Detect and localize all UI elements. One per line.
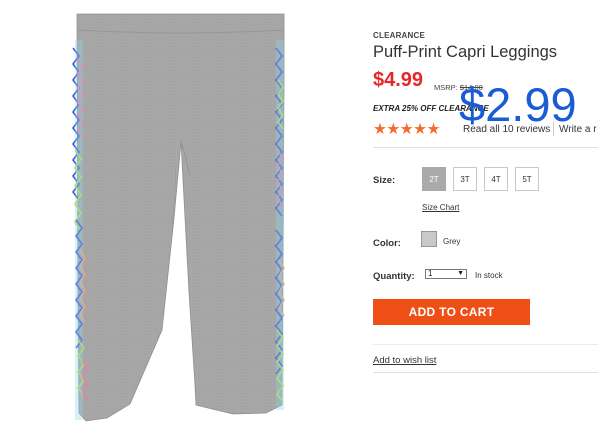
- quantity-value: 1: [428, 269, 433, 278]
- divider: [373, 372, 598, 373]
- color-swatch-grey[interactable]: [421, 231, 437, 247]
- product-image: [72, 13, 285, 422]
- size-option-3t[interactable]: 3T: [453, 167, 477, 191]
- overlay-price: $2.99: [459, 78, 577, 131]
- size-label: Size:: [373, 175, 396, 186]
- add-to-wish-list-link[interactable]: Add to wish list: [373, 355, 436, 366]
- divider: [373, 147, 598, 148]
- rating-stars-icon: ★★★★★: [373, 121, 440, 138]
- color-name: Grey: [443, 237, 461, 246]
- size-options: 2T 3T 4T 5T: [422, 167, 539, 191]
- quantity-label: Quantity:: [373, 271, 415, 282]
- stock-status: In stock: [475, 271, 503, 280]
- size-option-5t[interactable]: 5T: [515, 167, 539, 191]
- chevron-down-icon: ▼: [457, 270, 464, 277]
- color-label: Color:: [373, 238, 401, 249]
- size-chart-link[interactable]: Size Chart: [422, 203, 459, 212]
- add-to-cart-button[interactable]: ADD TO CART: [373, 299, 530, 325]
- msrp-label: MSRP:: [434, 83, 460, 92]
- sale-price: $4.99: [373, 69, 424, 91]
- size-option-2t[interactable]: 2T: [422, 167, 446, 191]
- product-details: CLEARANCE Puff-Print Capri Leggings $4.9…: [373, 0, 598, 441]
- clearance-label: CLEARANCE: [373, 31, 426, 40]
- size-option-4t[interactable]: 4T: [484, 167, 508, 191]
- quantity-select[interactable]: 1 ▼: [425, 269, 467, 279]
- divider: [373, 344, 598, 345]
- product-title: Puff-Print Capri Leggings: [373, 43, 558, 61]
